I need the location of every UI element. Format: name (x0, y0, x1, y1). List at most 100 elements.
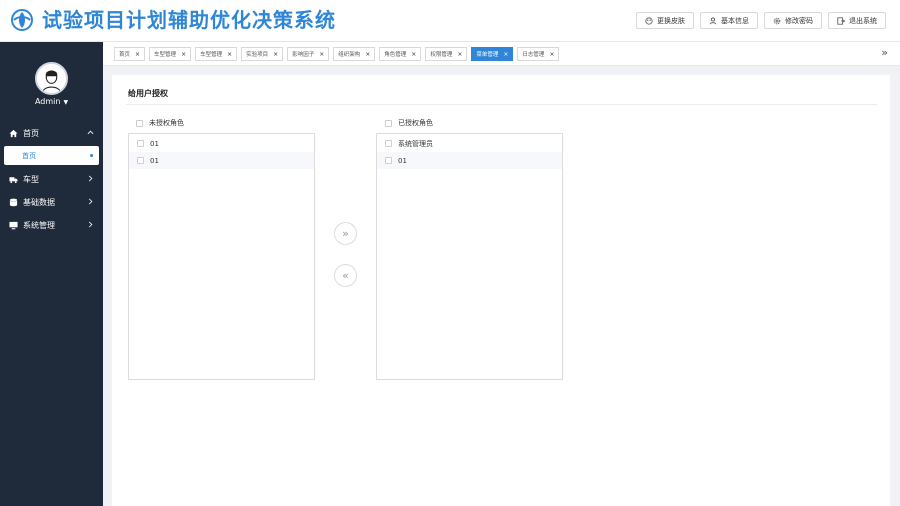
sidebar-item-label: 系统管理 (23, 221, 55, 230)
tabs-more-button[interactable]: » (881, 47, 888, 59)
tab-test-project[interactable]: 实验项目 × (241, 47, 284, 61)
tab-label: 菜单管理 (476, 52, 499, 58)
sidebar-item-system[interactable]: 系统管理 (0, 214, 103, 237)
sidebar: Admin ▼ 首页 首页 车型 基础数据 系统管理 (0, 42, 103, 506)
monitor-icon (9, 221, 18, 230)
logout-button[interactable]: 退出系统 (828, 12, 886, 29)
page-title: 给用户授权 (128, 89, 168, 98)
close-icon[interactable]: × (411, 51, 416, 58)
unauthorized-roles-list: 01 01 (128, 133, 315, 380)
sidebar-item-label: 车型 (23, 175, 39, 184)
tab-label: 日志管理 (522, 52, 545, 58)
chevron-right-icon (88, 198, 93, 205)
change-skin-button[interactable]: 更换皮肤 (636, 12, 694, 29)
close-icon[interactable]: × (181, 51, 186, 58)
logout-label: 退出系统 (849, 16, 877, 25)
move-right-button[interactable]: » (334, 222, 357, 245)
tab-vehicle-mgmt-2[interactable]: 车型管理 × (195, 47, 238, 61)
sidebar-subitem-home[interactable]: 首页 (4, 146, 99, 165)
main-panel: 给用户授权 未授权角色 01 01 » « 已授权角色 系统管理员 01 (112, 75, 890, 506)
caret-down-icon: ▼ (63, 99, 69, 106)
close-icon[interactable]: × (135, 51, 140, 58)
tab-list: 首页 × 车型管理 × 车型管理 × 实验项目 × 影响因子 × 组织架构 × 角色管理 × … (114, 47, 560, 61)
tab-vehicle-mgmt[interactable]: 车型管理 × (149, 47, 192, 61)
app-title: 试验项目计划辅助优化决策系统 (42, 8, 336, 32)
user-menu[interactable]: Admin ▼ (0, 97, 103, 106)
sidebar-nav: 首页 首页 车型 基础数据 系统管理 (0, 122, 103, 237)
tab-label: 影响因子 (292, 52, 315, 58)
logo-icon (11, 9, 33, 31)
item-checkbox[interactable] (137, 140, 144, 147)
change-password-label: 修改密码 (785, 16, 813, 25)
list-item[interactable]: 01 (129, 135, 314, 152)
home-icon (9, 129, 18, 138)
basic-info-label: 基本信息 (721, 16, 749, 25)
list-item-label: 01 (150, 156, 159, 165)
tab-menu-mgmt[interactable]: 菜单管理 × (471, 47, 514, 61)
user-name: Admin (34, 97, 61, 106)
tab-label: 实验项目 (246, 52, 269, 58)
logout-icon (837, 16, 845, 25)
authorized-roles-header: 已授权角色 (385, 118, 433, 128)
close-icon[interactable]: × (549, 51, 554, 58)
authorized-roles-list: 系统管理员 01 (376, 133, 563, 380)
sidebar-item-vehicle[interactable]: 车型 (0, 168, 103, 191)
tab-label: 权限管理 (430, 52, 453, 58)
list-item-label: 01 (398, 156, 407, 165)
change-skin-label: 更换皮肤 (657, 16, 685, 25)
close-icon[interactable]: × (503, 51, 508, 58)
item-checkbox[interactable] (385, 157, 392, 164)
user-icon (709, 17, 717, 24)
item-checkbox[interactable] (385, 140, 392, 147)
sidebar-item-label: 基础数据 (23, 198, 55, 207)
select-all-authorized-checkbox[interactable] (385, 119, 392, 127)
user-avatar-icon (37, 64, 66, 93)
change-password-button[interactable]: 修改密码 (764, 12, 822, 29)
title-divider (126, 104, 877, 105)
palette-icon (645, 16, 653, 25)
database-icon (9, 198, 18, 207)
chevron-right-icon (88, 221, 93, 228)
tab-label: 组织架构 (338, 52, 361, 58)
sidebar-subitem-label: 首页 (22, 151, 36, 160)
item-checkbox[interactable] (137, 157, 144, 164)
list-item[interactable]: 系统管理员 (377, 135, 562, 152)
avatar[interactable] (35, 62, 68, 95)
truck-icon (9, 175, 18, 184)
basic-info-button[interactable]: 基本信息 (700, 12, 758, 29)
chevron-right-icon (88, 175, 93, 182)
close-icon[interactable]: × (273, 51, 278, 58)
sidebar-item-home[interactable]: 首页 (0, 122, 103, 145)
unauthorized-roles-title: 未授权角色 (149, 119, 184, 127)
list-item[interactable]: 01 (129, 152, 314, 169)
top-header: 试验项目计划辅助优化决策系统 更换皮肤 基本信息 修改密码 退出系统 (0, 0, 900, 42)
authorized-roles-title: 已授权角色 (398, 119, 433, 127)
tab-label: 首页 (119, 52, 131, 58)
active-dot (90, 154, 93, 157)
move-left-button[interactable]: « (334, 264, 357, 287)
header-actions: 更换皮肤 基本信息 修改密码 退出系统 (636, 12, 886, 29)
unauthorized-roles-header: 未授权角色 (136, 118, 184, 128)
close-icon[interactable]: × (319, 51, 324, 58)
tab-impact-factor[interactable]: 影响因子 × (287, 47, 330, 61)
close-icon[interactable]: × (227, 51, 232, 58)
tab-home[interactable]: 首页 × (114, 47, 146, 61)
tab-label: 车型管理 (200, 52, 223, 58)
close-icon[interactable]: × (365, 51, 370, 58)
sidebar-item-base-data[interactable]: 基础数据 (0, 191, 103, 214)
list-item[interactable]: 01 (377, 152, 562, 169)
tab-log-mgmt[interactable]: 日志管理 × (517, 47, 560, 61)
tab-role-mgmt[interactable]: 角色管理 × (379, 47, 422, 61)
tabs-bar: 首页 × 车型管理 × 车型管理 × 实验项目 × 影响因子 × 组织架构 × 角色管理 × … (103, 42, 900, 66)
tab-permission-mgmt[interactable]: 权限管理 × (425, 47, 468, 61)
tab-label: 角色管理 (384, 52, 407, 58)
tab-label: 车型管理 (154, 52, 177, 58)
chevron-up-icon (87, 130, 94, 135)
close-icon[interactable]: × (457, 51, 462, 58)
tab-org-structure[interactable]: 组织架构 × (333, 47, 376, 61)
list-item-label: 01 (150, 139, 159, 148)
list-item-label: 系统管理员 (398, 139, 433, 148)
select-all-unauthorized-checkbox[interactable] (136, 119, 143, 127)
gear-icon (773, 17, 781, 24)
sidebar-item-label: 首页 (23, 129, 39, 138)
